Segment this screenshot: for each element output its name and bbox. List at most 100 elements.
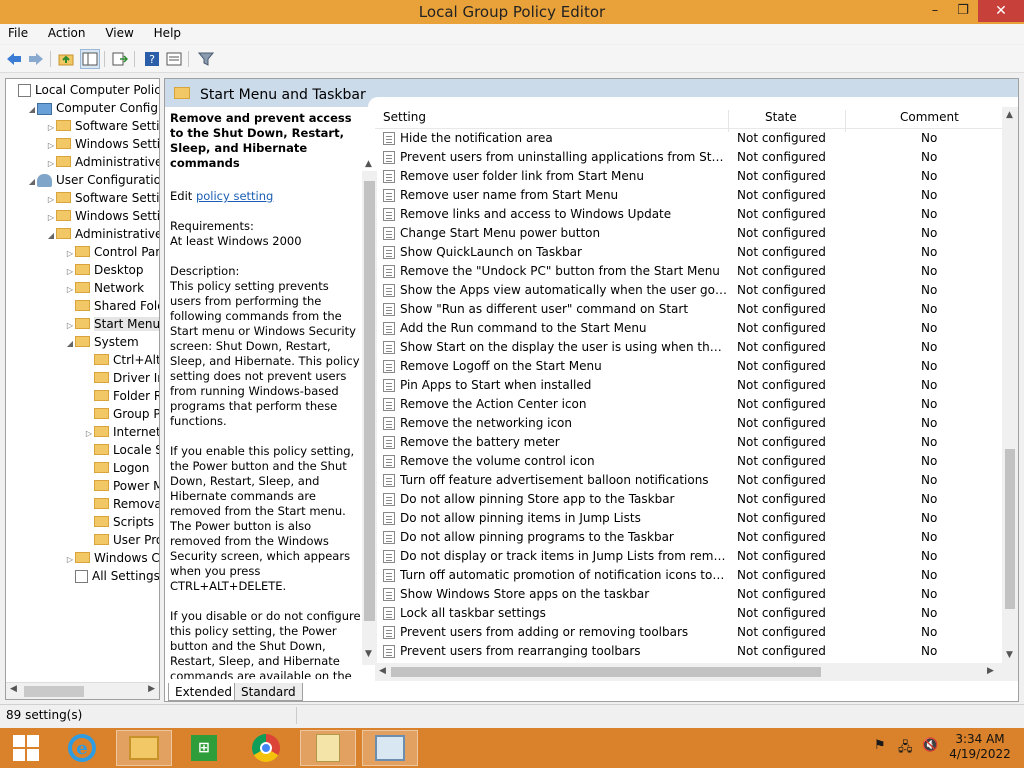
table-row[interactable]: Change Start Menu power button Not config… [375,224,1002,243]
table-row[interactable]: Remove user folder link from Start Menu N… [375,167,1002,186]
table-row[interactable]: Turn off feature advertisement balloon n… [375,471,1002,490]
scroll-right-icon[interactable]: ▶ [987,666,994,676]
table-row[interactable]: Prevent users from rearranging toolbars N… [375,642,1002,661]
scroll-thumb[interactable] [391,667,821,677]
tree-item[interactable]: Shared Folders [65,297,159,315]
flag-icon[interactable]: ⚑ [874,738,886,753]
tree-item[interactable]: ◢ User Configuration [27,171,159,191]
table-row[interactable]: Remove user name from Start Menu Not conf… [375,186,1002,205]
table-row[interactable]: Show QuickLaunch on Taskbar Not configure… [375,243,1002,262]
scroll-up-icon[interactable]: ▲ [365,159,372,169]
scroll-left-icon[interactable]: ◀ [10,684,17,694]
tree-item[interactable]: ▷Software Settings [46,189,159,207]
tree-item[interactable]: Removable Storage [84,495,159,513]
minimize-button[interactable]: – [920,0,950,22]
table-row[interactable]: Prevent users from uninstalling applicat… [375,148,1002,167]
table-row[interactable]: Lock all taskbar settings Not configured N… [375,604,1002,623]
menu-view[interactable]: View [97,24,141,42]
table-row[interactable]: Hide the notification area Not configured… [375,129,1002,148]
tree-item[interactable]: ▷ Desktop [65,261,144,279]
table-row[interactable]: Remove links and access to Windows Updat… [375,205,1002,224]
policy-setting-link[interactable]: policy setting [196,189,273,203]
tree-item[interactable]: Driver Installation [84,369,159,387]
collapse-icon[interactable]: ◢ [46,227,56,245]
tree-item[interactable]: ◢ Administrative Templates [46,225,159,245]
collapse-icon[interactable]: ◢ [65,335,75,353]
menu-file[interactable]: File [0,24,36,42]
table-row[interactable]: Prevent users from adding or removing to… [375,623,1002,642]
tree-horizontal-scrollbar[interactable]: ◀ ▶ [6,682,159,699]
tree-item[interactable]: ◢ Computer Configuration [27,99,159,119]
tree-item[interactable]: ▷Windows Components [65,549,159,567]
table-row[interactable]: Show the Apps view automatically when th… [375,281,1002,300]
table-row[interactable]: Add the Run command to the Start Menu Not… [375,319,1002,338]
tree-item[interactable]: Power Management [84,477,159,495]
tree-item[interactable]: ▷Internet Communication [84,423,159,441]
column-comment[interactable]: Comment [900,110,959,124]
tree-item[interactable]: Scripts [84,513,154,531]
up-folder-icon[interactable] [56,49,76,69]
menu-help[interactable]: Help [146,24,189,42]
close-button[interactable]: ✕ [978,0,1024,22]
scroll-right-icon[interactable]: ▶ [148,684,155,694]
table-row[interactable]: Remove the "Undock PC" button from the S… [375,262,1002,281]
table-row[interactable]: Remove Logoff on the Start Menu Not confi… [375,357,1002,376]
tree-item[interactable]: ◢ System [65,333,139,351]
tree-item[interactable]: ▷ Network [65,279,144,297]
export-list-icon[interactable] [110,49,130,69]
table-row[interactable]: Turn off automatic promotion of notifica… [375,566,1002,585]
table-row[interactable]: Pin Apps to Start when installed Not conf… [375,376,1002,395]
column-setting[interactable]: Setting [383,110,426,124]
tree-item[interactable]: Locale Services [84,441,159,459]
scroll-down-icon[interactable]: ▼ [1006,650,1013,660]
table-row[interactable]: Show Windows Store apps on the taskbar No… [375,585,1002,604]
scroll-thumb[interactable] [1005,449,1015,609]
table-row[interactable]: Show Start on the display the user is us… [375,338,1002,357]
collapse-icon[interactable]: ◢ [27,101,37,119]
volume-muted-icon[interactable]: 🔇 [922,738,938,753]
scroll-left-icon[interactable]: ◀ [379,666,386,676]
table-row[interactable]: Remove the battery meter Not configured No [375,433,1002,452]
help-icon[interactable]: ? [142,49,162,69]
tree-item[interactable]: ▷Administrative Templates [46,153,159,171]
tree-item[interactable]: Local Computer Policy [8,81,159,99]
scroll-thumb[interactable] [24,686,84,697]
column-state[interactable]: State [765,110,797,124]
network-icon[interactable]: 🖧 [898,738,913,760]
taskbar-store[interactable]: ⊞ [176,730,232,766]
tree-item[interactable]: User Profiles [84,531,159,549]
forward-icon[interactable] [26,49,46,69]
table-row[interactable]: Do not allow pinning items in Jump Lists… [375,509,1002,528]
table-row[interactable]: Do not display or track items in Jump Li… [375,547,1002,566]
properties-icon[interactable] [164,49,184,69]
tree-item[interactable]: ▷Start Menu and Taskbar [65,315,159,333]
tree-item[interactable]: Logon [84,459,149,477]
taskbar-file-explorer[interactable] [116,730,172,766]
show-hide-tree-icon[interactable] [80,49,100,69]
table-row[interactable]: Remove the Action Center icon Not configu… [375,395,1002,414]
taskbar-group-policy-editor[interactable] [362,730,418,766]
tree-item[interactable]: ▷Control Panel [65,243,159,261]
tab-standard[interactable]: Standard [234,683,303,701]
tree-item[interactable]: ▷Software Settings [46,117,159,135]
taskbar-notepad[interactable] [300,730,356,766]
tree-item[interactable]: Group Policy [84,405,159,423]
back-icon[interactable] [4,49,24,69]
table-row[interactable]: Remove the networking icon Not configured… [375,414,1002,433]
table-row[interactable]: Do not allow pinning Store app to the Ta… [375,490,1002,509]
scroll-down-icon[interactable]: ▼ [365,649,372,659]
tree-item[interactable]: All Settings [65,567,159,585]
table-row[interactable]: Do not allow pinning programs to the Tas… [375,528,1002,547]
tree-item[interactable]: Folder Redirection [84,387,159,405]
menu-action[interactable]: Action [40,24,94,42]
scroll-up-icon[interactable]: ▲ [1006,110,1013,120]
tree-item[interactable]: ▷Windows Settings [46,207,159,225]
tab-extended[interactable]: Extended [168,683,239,701]
filter-icon[interactable] [196,49,216,69]
collapse-icon[interactable]: ◢ [27,173,37,191]
table-row[interactable]: Remove the volume control icon Not config… [375,452,1002,471]
maximize-button[interactable]: ❐ [948,0,978,22]
taskbar-chrome[interactable] [238,730,294,766]
list-horizontal-scrollbar[interactable]: ◀ ▶ [375,663,1018,681]
clock[interactable]: 3:34 AM 4/19/2022 [942,732,1018,762]
